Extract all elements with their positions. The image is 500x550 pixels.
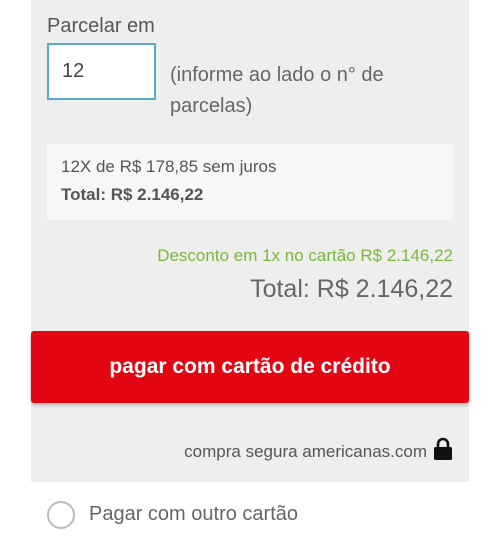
grand-total: Total: R$ 2.146,22 [250,275,453,303]
installments-input[interactable] [47,43,156,100]
pay-with-credit-card-button[interactable]: pagar com cartão de crédito [31,331,469,403]
installments-label: Parcelar em [47,15,155,37]
other-card-radio[interactable] [47,501,75,529]
installments-hint: (informe ao lado o n° de parcelas) [170,64,384,117]
other-card-label[interactable]: Pagar com outro cartão [89,503,298,526]
secure-purchase-text: compra segura americanas.com [184,442,427,461]
installment-summary: 12X de R$ 178,85 sem juros Total: R$ 2.1… [47,144,453,220]
discount-text: Desconto em 1x no cartão R$ 2.146,22 [157,246,453,265]
installment-summary-line: 12X de R$ 178,85 sem juros [61,157,277,176]
lock-icon [434,437,452,460]
installment-summary-total: Total: R$ 2.146,22 [61,185,204,204]
